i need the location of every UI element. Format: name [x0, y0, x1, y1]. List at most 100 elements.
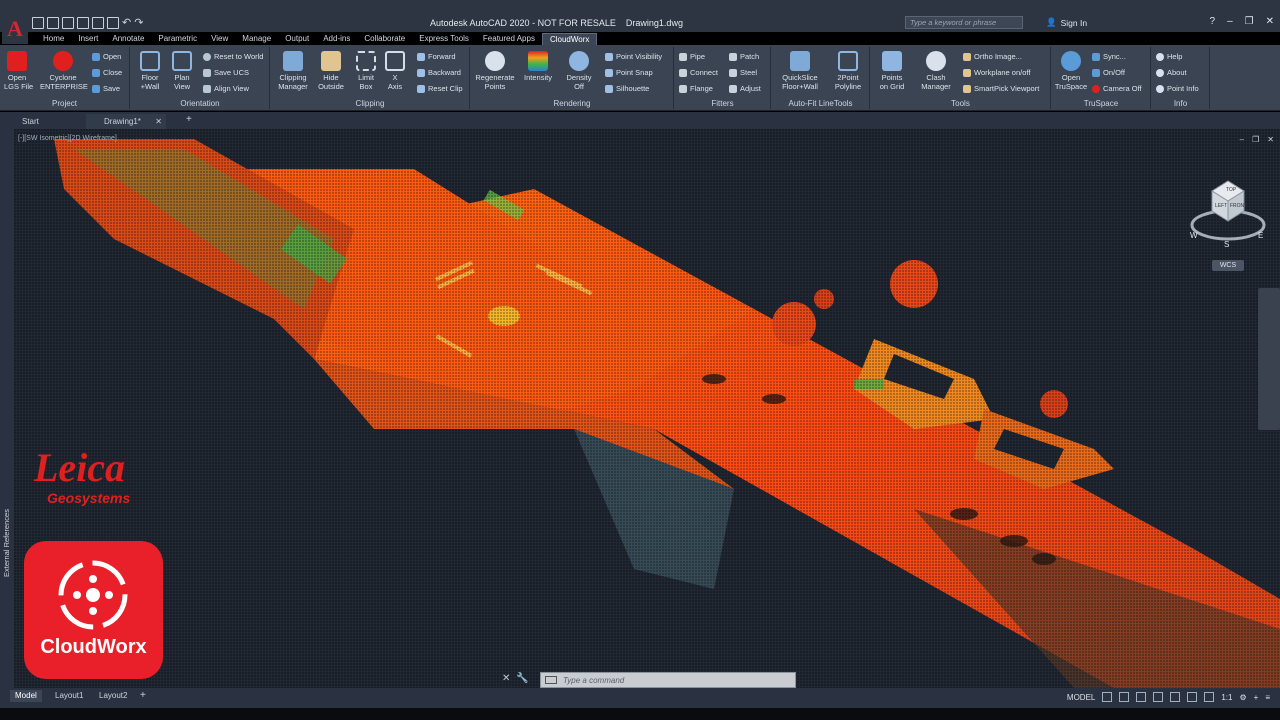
drawing-viewport[interactable]: [-][SW Isometric][2D Wireframe] – ❐ ✕	[14, 129, 1280, 688]
application-menu-button[interactable]: A	[2, 14, 28, 44]
tab-home[interactable]: Home	[36, 33, 71, 45]
tab-manage[interactable]: Manage	[235, 33, 278, 45]
close-tab-icon[interactable]: ✕	[155, 114, 162, 129]
command-input[interactable]: Type a command	[563, 676, 624, 685]
density-off-button[interactable]: Density Off	[563, 51, 595, 91]
camera-off-button[interactable]: Camera Off	[1092, 84, 1142, 93]
x-axis-button[interactable]: X Axis	[385, 51, 405, 91]
smartpick-button[interactable]: SmartPick Viewport	[963, 84, 1039, 93]
model-space-toggle[interactable]: MODEL	[1067, 693, 1095, 702]
point-snap-button[interactable]: Point Snap	[605, 68, 653, 77]
hide-outside-button[interactable]: Hide Outside	[315, 51, 347, 91]
layout-tab-model[interactable]: Model	[10, 690, 42, 702]
workplane-button[interactable]: Workplane on/off	[963, 68, 1030, 77]
sync-button[interactable]: Sync...	[1092, 52, 1126, 61]
open-truspace-button[interactable]: Open TruSpace	[1054, 51, 1088, 91]
navigation-bar[interactable]	[1258, 288, 1280, 430]
align-view-button[interactable]: Align View	[203, 84, 249, 93]
adjust-button[interactable]: Adjust	[729, 84, 761, 93]
close-button[interactable]: Close	[92, 68, 122, 77]
backward-button[interactable]: Backward	[417, 68, 461, 77]
tab-featured-apps[interactable]: Featured Apps	[476, 33, 542, 45]
panel-label-tools[interactable]: Tools	[871, 98, 1050, 109]
steel-button[interactable]: Steel	[729, 68, 757, 77]
vp-minimize-icon[interactable]: –	[1240, 135, 1244, 144]
add-layout-icon[interactable]: +	[140, 690, 146, 701]
reset-to-world-button[interactable]: Reset to World	[203, 52, 263, 61]
customize-icon[interactable]: 🔧	[516, 673, 528, 684]
regenerate-points-button[interactable]: Regenerate Points	[473, 51, 517, 91]
close-command-icon[interactable]: ✕	[502, 673, 510, 684]
add-icon[interactable]: +	[1254, 693, 1259, 702]
polar-toggle-icon[interactable]	[1153, 692, 1164, 702]
tab-view[interactable]: View	[204, 33, 235, 45]
layout-tab-layout2[interactable]: Layout2	[94, 690, 132, 702]
layout-tab-layout1[interactable]: Layout1	[50, 690, 88, 702]
clash-manager-button[interactable]: Clash Manager	[917, 51, 955, 91]
sign-in-button[interactable]: 👤 Sign In	[1046, 17, 1087, 28]
restore-icon[interactable]: ❐	[1245, 16, 1254, 27]
flange-button[interactable]: Flange	[679, 84, 713, 93]
polyline-button[interactable]: 2Point Polyline	[830, 51, 866, 91]
limit-box-button[interactable]: Limit Box	[353, 51, 379, 91]
save-ucs-button[interactable]: Save UCS	[203, 68, 249, 77]
panel-label-project[interactable]: Project	[0, 98, 129, 109]
command-line[interactable]: Type a command	[540, 672, 796, 688]
onoff-button[interactable]: On/Off	[1092, 68, 1125, 77]
open-button[interactable]: Open	[92, 52, 121, 61]
vp-restore-icon[interactable]: ❐	[1252, 135, 1259, 144]
grid-toggle-icon[interactable]	[1102, 692, 1113, 702]
silhouette-button[interactable]: Silhouette	[605, 84, 649, 93]
redo-icon[interactable]: ↷	[134, 16, 143, 29]
wcs-menu[interactable]: WCS	[1212, 260, 1244, 271]
plan-view-button[interactable]: Plan View	[169, 51, 195, 91]
tab-insert[interactable]: Insert	[71, 33, 105, 45]
new-icon[interactable]	[32, 16, 44, 29]
tab-start[interactable]: Start	[4, 114, 39, 129]
open-icon[interactable]	[47, 16, 59, 29]
floor-wall-button[interactable]: Floor +Wall	[136, 51, 164, 91]
quickslice-button[interactable]: QuickSlice Floor+Wall	[776, 51, 824, 91]
panel-label-autofit[interactable]: Auto-Fit LineTools	[772, 98, 869, 109]
panel-label-truspace[interactable]: TruSpace	[1052, 98, 1150, 109]
panel-label-info[interactable]: Info	[1152, 98, 1209, 109]
pipe-button[interactable]: Pipe	[679, 52, 705, 61]
tab-annotate[interactable]: Annotate	[105, 33, 151, 45]
lineweight-toggle-icon[interactable]	[1187, 692, 1198, 702]
minimize-icon[interactable]: –	[1227, 16, 1233, 27]
tab-collaborate[interactable]: Collaborate	[357, 33, 412, 45]
tab-cloudworx[interactable]: CloudWorx	[541, 33, 598, 45]
patch-button[interactable]: Patch	[729, 52, 759, 61]
save-icon[interactable]	[62, 16, 74, 29]
panel-label-clipping[interactable]: Clipping	[271, 98, 469, 109]
point-visibility-button[interactable]: Point Visibility	[605, 52, 662, 61]
osnap-toggle-icon[interactable]	[1170, 692, 1181, 702]
save-as-icon[interactable]	[77, 16, 89, 29]
about-button[interactable]: About	[1156, 68, 1187, 77]
workspace-icon[interactable]	[1204, 692, 1215, 702]
cyclone-enterprise-button[interactable]: Cyclone ENTERPRISE	[40, 51, 88, 91]
tab-add-ins[interactable]: Add-ins	[316, 33, 357, 45]
tab-parametric[interactable]: Parametric	[151, 33, 204, 45]
tab-drawing1[interactable]: Drawing1* ✕	[86, 114, 166, 129]
open-lgs-file-button[interactable]: Open LGS File	[4, 51, 33, 91]
close-icon[interactable]: ✕	[1266, 16, 1274, 27]
viewcube[interactable]: TOP LEFT FRONT W S E	[1188, 175, 1268, 250]
viewport-controls-label[interactable]: [-][SW Isometric][2D Wireframe]	[18, 135, 117, 142]
ortho-image-button[interactable]: Ortho Image...	[963, 52, 1022, 61]
external-references-panel[interactable]: External References	[0, 129, 14, 688]
undo-icon[interactable]: ↶	[122, 16, 131, 29]
vp-close-icon[interactable]: ✕	[1267, 135, 1274, 144]
clipping-manager-button[interactable]: Clipping Manager	[275, 51, 311, 91]
print-icon[interactable]	[107, 16, 119, 29]
forward-button[interactable]: Forward	[417, 52, 456, 61]
web-icon[interactable]	[92, 16, 104, 29]
point-info-button[interactable]: Point Info	[1156, 84, 1199, 93]
new-tab-icon[interactable]: +	[186, 114, 192, 125]
tab-output[interactable]: Output	[278, 33, 316, 45]
help-button[interactable]: Help	[1156, 52, 1182, 61]
snap-toggle-icon[interactable]	[1119, 692, 1130, 702]
ortho-toggle-icon[interactable]	[1136, 692, 1147, 702]
help-icon[interactable]: ?	[1210, 16, 1216, 27]
connect-button[interactable]: Connect	[679, 68, 718, 77]
